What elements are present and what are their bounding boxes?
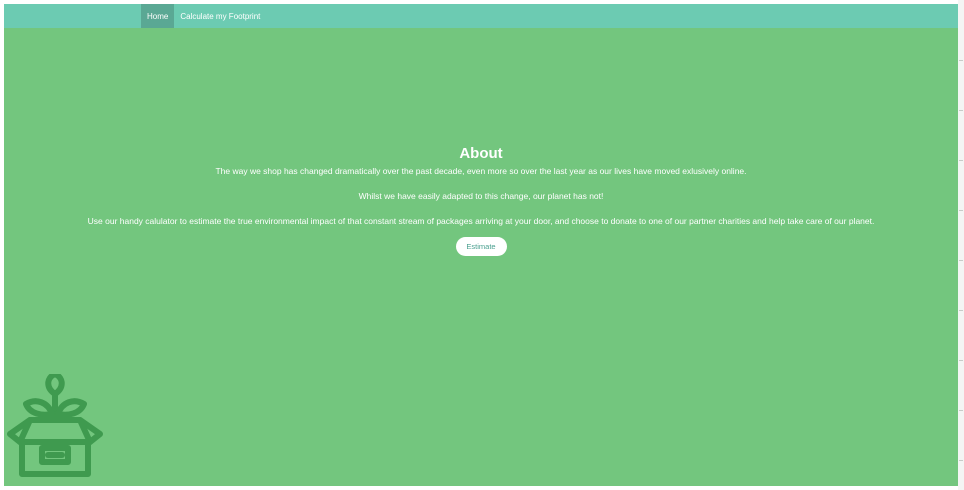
about-paragraph-1: The way we shop has changed dramatically… [215, 166, 747, 176]
about-paragraph-3: Use our handy calulator to estimate the … [87, 216, 875, 226]
nav-item-calculate-footprint[interactable]: Calculate my Footprint [174, 4, 266, 28]
about-paragraph-2: Whilst we have easily adapted to this ch… [358, 191, 604, 201]
edge-tick [959, 210, 963, 211]
nav-list: Home Calculate my Footprint [141, 4, 266, 28]
edge-tick [959, 260, 963, 261]
about-title: About [459, 145, 503, 162]
edge-tick [959, 160, 963, 161]
top-navbar: Home Calculate my Footprint [4, 4, 958, 28]
edge-tick [959, 310, 963, 311]
nav-item-home[interactable]: Home [141, 4, 175, 28]
estimate-button[interactable]: Estimate [455, 237, 507, 256]
edge-tick [959, 110, 963, 111]
page-frame: Home Calculate my Footprint About The wa… [4, 4, 958, 486]
right-edge-strip [958, 0, 964, 490]
plant-box-icon [7, 374, 103, 477]
edge-tick [959, 410, 963, 411]
about-section: About The way we shop has changed dramat… [4, 144, 958, 256]
estimate-button-wrap: Estimate [4, 237, 958, 256]
edge-tick [959, 360, 963, 361]
edge-tick [959, 460, 963, 461]
edge-tick [959, 60, 963, 61]
